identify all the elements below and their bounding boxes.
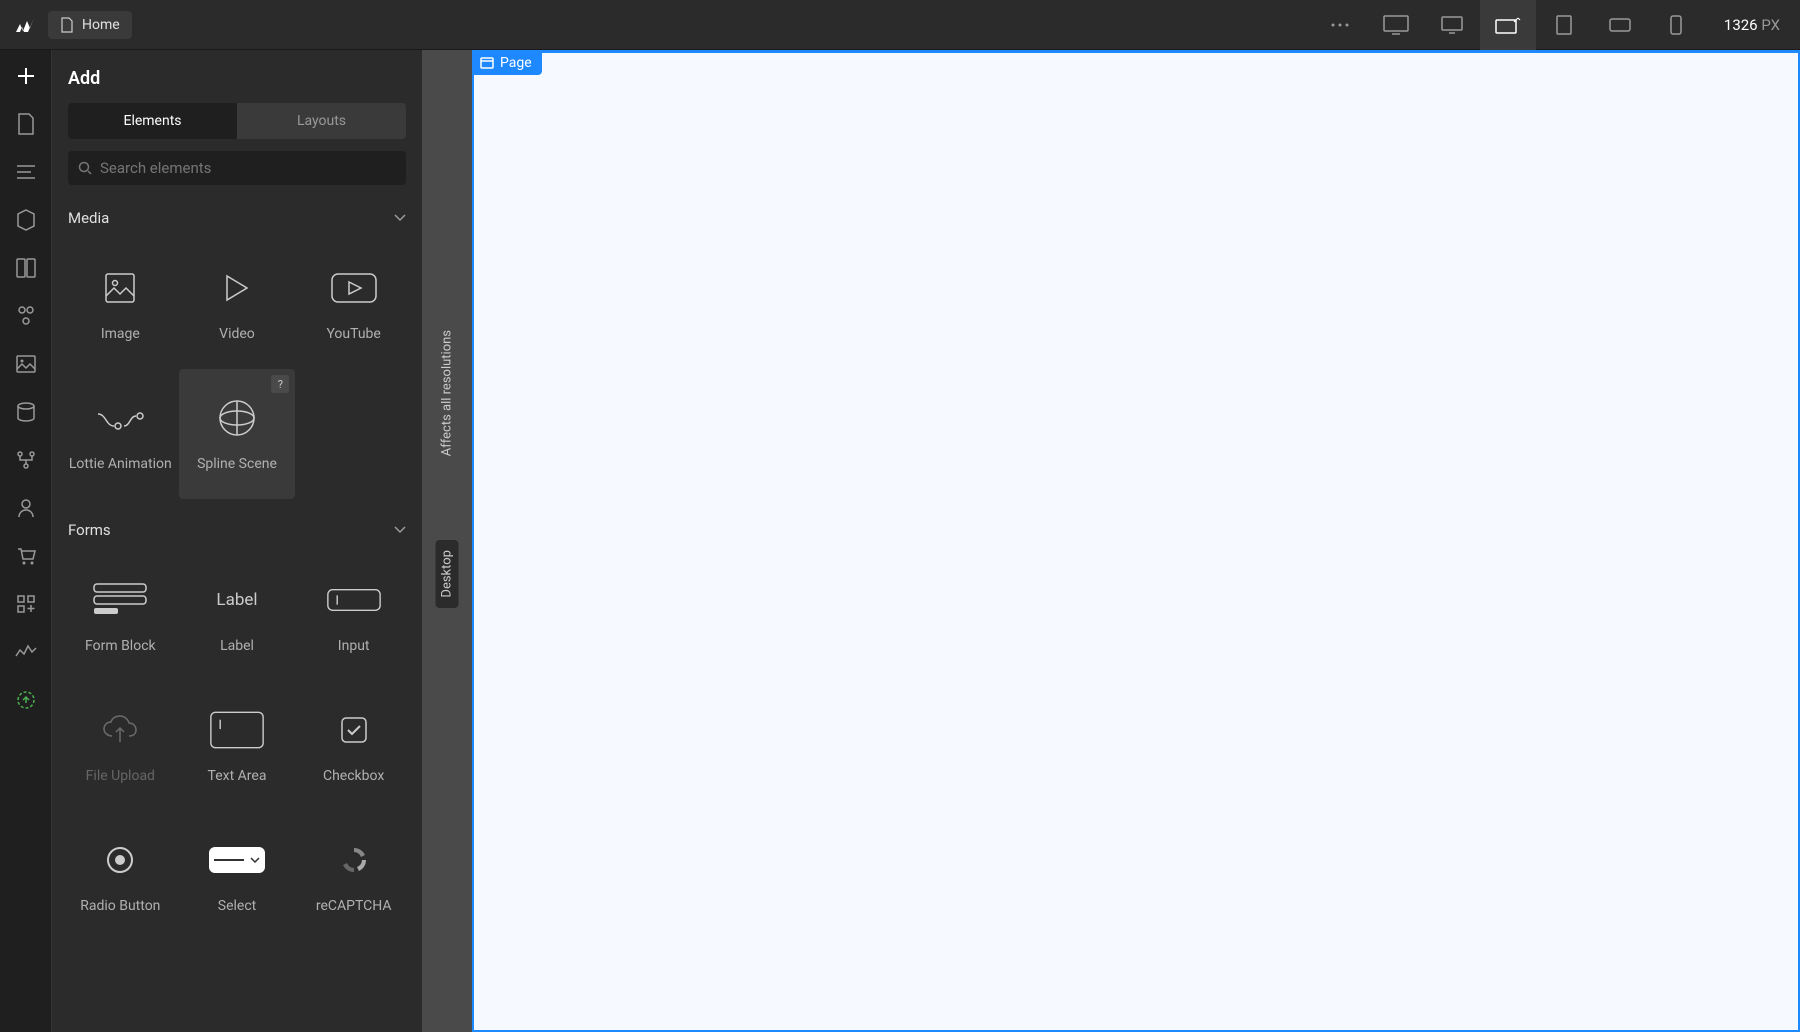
element-select[interactable]: Select <box>179 811 296 941</box>
page-canvas[interactable]: Page <box>472 50 1800 1032</box>
help-icon[interactable]: ? <box>271 375 289 393</box>
element-label[interactable]: Label Label <box>179 551 296 681</box>
element-file-upload[interactable]: File Upload <box>62 681 179 811</box>
home-button[interactable]: Home <box>48 11 132 39</box>
more-button[interactable] <box>1312 0 1368 50</box>
desktop-large-icon[interactable] <box>1368 0 1424 50</box>
breakpoint-gutter: Affects all resolutions Desktop <box>422 50 472 1032</box>
tablet-landscape-icon[interactable] <box>1480 0 1536 50</box>
element-checkbox[interactable]: Checkbox <box>295 681 412 811</box>
element-lottie[interactable]: Lottie Animation <box>62 369 179 499</box>
top-bar: Home 1326 PX <box>0 0 1800 50</box>
breakpoint-badge[interactable]: Desktop <box>436 540 459 608</box>
cms-icon[interactable] <box>12 398 40 426</box>
element-recaptcha[interactable]: reCAPTCHA <box>295 811 412 941</box>
add-icon[interactable] <box>12 62 40 90</box>
apps-icon[interactable] <box>12 590 40 618</box>
resolutions-label: Affects all resolutions <box>440 330 455 456</box>
add-tabs: Elements Layouts <box>68 103 406 139</box>
webflow-logo[interactable] <box>10 11 38 39</box>
section-forms[interactable]: Forms <box>52 509 422 551</box>
users-icon[interactable] <box>12 494 40 522</box>
tablet-icon[interactable] <box>1536 0 1592 50</box>
tab-elements[interactable]: Elements <box>68 103 237 139</box>
device-switcher <box>1312 0 1704 50</box>
search-elements[interactable] <box>68 151 406 185</box>
pages-icon[interactable] <box>12 110 40 138</box>
logic-icon[interactable] <box>12 446 40 474</box>
element-image[interactable]: Image <box>62 239 179 369</box>
tab-layouts[interactable]: Layouts <box>237 103 406 139</box>
element-youtube[interactable]: YouTube <box>295 239 412 369</box>
chevron-down-icon <box>394 526 406 534</box>
element-spline-scene[interactable]: ? Spline Scene <box>179 369 296 499</box>
search-icon <box>78 161 92 175</box>
element-textarea[interactable]: Text Area <box>179 681 296 811</box>
chevron-down-icon <box>394 214 406 222</box>
search-input[interactable] <box>100 159 396 177</box>
navigator-icon[interactable] <box>12 158 40 186</box>
ecommerce-icon[interactable] <box>12 542 40 570</box>
variables-icon[interactable] <box>12 254 40 282</box>
desktop-icon[interactable] <box>1424 0 1480 50</box>
element-video[interactable]: Video <box>179 239 296 369</box>
section-media[interactable]: Media <box>52 197 422 239</box>
canvas-area: Affects all resolutions Desktop Page <box>422 50 1800 1032</box>
page-badge-icon <box>480 56 494 70</box>
mobile-icon[interactable] <box>1648 0 1704 50</box>
home-label: Home <box>82 17 120 33</box>
sync-icon[interactable] <box>12 686 40 714</box>
element-input[interactable]: Input <box>295 551 412 681</box>
add-panel: Add Elements Layouts Media Image Video <box>52 50 422 1032</box>
assets-icon[interactable] <box>12 350 40 378</box>
styles-icon[interactable] <box>12 302 40 330</box>
panel-title: Add <box>52 50 422 103</box>
page-badge[interactable]: Page <box>472 51 542 75</box>
page-icon <box>60 17 74 33</box>
components-icon[interactable] <box>12 206 40 234</box>
left-icon-rail <box>0 50 52 1032</box>
element-radio[interactable]: Radio Button <box>62 811 179 941</box>
element-form-block[interactable]: Form Block <box>62 551 179 681</box>
canvas-width-label: 1326 PX <box>1724 16 1780 34</box>
audit-icon[interactable] <box>12 638 40 666</box>
mobile-landscape-icon[interactable] <box>1592 0 1648 50</box>
